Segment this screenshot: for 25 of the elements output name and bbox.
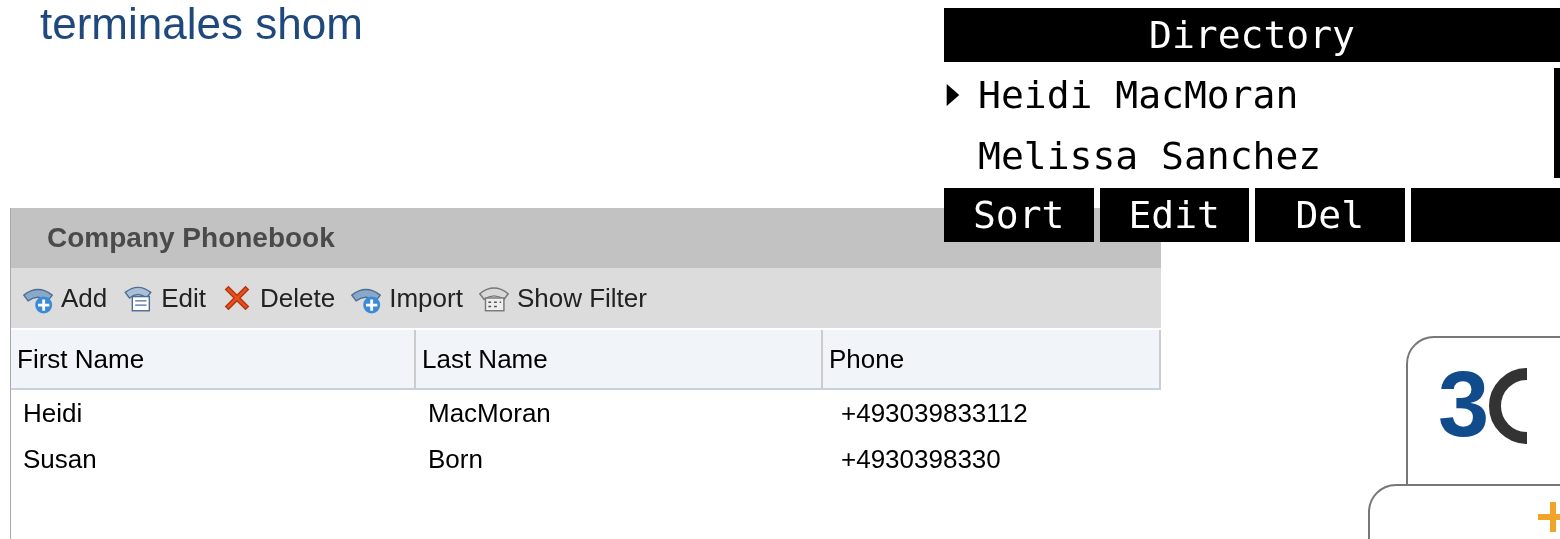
table-cell-text: +493039833112 bbox=[840, 397, 1029, 430]
plus-icon bbox=[1538, 502, 1560, 532]
table-cell-text: Heidi bbox=[22, 397, 84, 430]
logo-text: 3 bbox=[1438, 358, 1490, 450]
directory-entry[interactable]: Melissa Sanchez bbox=[978, 133, 1322, 178]
column-header[interactable]: Last Name bbox=[416, 330, 823, 390]
display-title: Directory bbox=[944, 8, 1560, 62]
table-cell-text: MacMoran bbox=[427, 397, 552, 430]
toolbar-button[interactable]: Import bbox=[345, 281, 467, 315]
toolbar-button[interactable]: Add bbox=[17, 281, 112, 315]
empty-softkey[interactable] bbox=[1410, 188, 1560, 242]
toolbar-button[interactable]: Delete bbox=[216, 281, 340, 315]
toolbar-button[interactable]: Edit bbox=[117, 281, 211, 315]
table-cell-text: Born bbox=[427, 443, 484, 476]
panel-title: Company Phonebook bbox=[47, 222, 335, 254]
table-cell-text: Susan bbox=[22, 443, 98, 476]
toolbar-button[interactable]: Show Filter bbox=[472, 281, 651, 315]
softkey[interactable]: Sort bbox=[944, 188, 1094, 242]
table-cell-text: +4930398330 bbox=[840, 443, 1002, 476]
column-header[interactable]: Phone bbox=[823, 330, 1161, 390]
slide-title: terminales shom bbox=[40, 0, 363, 49]
column-header[interactable]: First Name bbox=[11, 330, 416, 390]
directory-entry[interactable]: Heidi MacMoran bbox=[978, 72, 1299, 117]
softkey[interactable]: Edit bbox=[1099, 188, 1249, 242]
softkey[interactable]: Del bbox=[1255, 188, 1405, 242]
